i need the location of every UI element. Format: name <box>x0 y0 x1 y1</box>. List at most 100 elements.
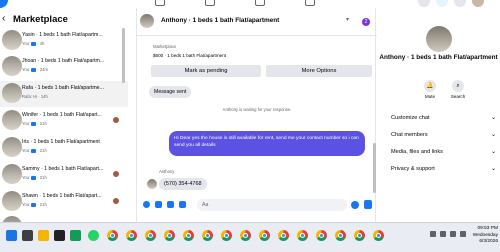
outgoing-message[interactable]: Hi Dear yes the house is still available… <box>169 131 365 156</box>
file-explorer-icon[interactable] <box>38 230 49 241</box>
whatsapp-icon[interactable] <box>88 230 99 241</box>
conversation-item[interactable]: Winifer · 1 beds 1 bath Flat/apart... Yo… <box>0 108 128 134</box>
back-arrow-icon[interactable]: ‹ <box>2 14 11 24</box>
message-sent-bubble: Message sent <box>149 86 192 98</box>
chrome-icon[interactable] <box>202 230 213 241</box>
chevron-down-icon[interactable]: ▾ <box>346 16 349 23</box>
contact-name: Anthony · 1 beds 1 bath Flat/apartment <box>379 54 498 61</box>
battery-icon[interactable] <box>460 231 466 237</box>
search-button[interactable]: ⌕ Search <box>448 80 468 99</box>
chrome-icon[interactable] <box>354 230 365 241</box>
privacy-support-row[interactable]: Privacy & support ⌄ <box>391 164 496 176</box>
chrome-icon[interactable] <box>107 230 118 241</box>
thumbs-up-icon <box>31 41 37 46</box>
conversation-preview: Rafa: Hi · 14h <box>22 94 48 99</box>
chat-header: Anthony · 1 beds 1 bath Flat/apartment ▾… <box>137 8 377 36</box>
chrome-icon[interactable] <box>373 230 384 241</box>
menu-icon[interactable] <box>418 0 430 7</box>
marketplace-listing-card: Marketplace $600 · 1 beds 1 bath Flat/ap… <box>145 43 373 83</box>
search-label: Search <box>450 94 466 99</box>
conversation-preview: You: · 24m <box>22 67 48 72</box>
search-icon[interactable] <box>22 230 33 241</box>
app-icon[interactable] <box>54 230 65 241</box>
chrome-icon[interactable] <box>297 230 308 241</box>
media-files-links-row[interactable]: Media, files and links ⌄ <box>391 147 496 159</box>
video-icon[interactable] <box>205 0 215 6</box>
avatar <box>2 164 22 184</box>
search-icon: ⌕ <box>452 80 464 92</box>
home-icon[interactable] <box>155 0 165 6</box>
notification-badge[interactable]: 2 <box>362 18 370 26</box>
conversation-item[interactable]: Shawn · 1 beds 1 bath Flat/apart... You:… <box>0 189 128 215</box>
chrome-icon[interactable] <box>335 230 346 241</box>
profile-avatar[interactable] <box>472 0 484 7</box>
conversation-name: Shawn · 1 beds 1 bath Flat/apart... <box>22 193 102 199</box>
seen-avatar-icon <box>113 198 119 204</box>
chrome-icon[interactable] <box>183 230 194 241</box>
clock[interactable]: 09:53 PM Wednesday 6/3/2026 <box>470 226 498 246</box>
conversation-name: Winifer · 1 beds 1 bath Flat/apart... <box>22 112 102 118</box>
network-icon[interactable] <box>440 231 446 237</box>
chrome-icon[interactable] <box>278 230 289 241</box>
chrome-icon[interactable] <box>164 230 175 241</box>
thumbs-up-send-icon[interactable] <box>364 200 372 209</box>
tray-chevron-icon[interactable] <box>430 231 436 237</box>
row-label: Media, files and links <box>391 149 443 155</box>
customize-chat-row[interactable]: Customize chat ⌄ <box>391 113 496 125</box>
conversation-list-scrollbar[interactable] <box>122 28 125 83</box>
chrome-icon[interactable] <box>259 230 270 241</box>
thumbs-up-icon <box>31 202 37 207</box>
volume-icon[interactable] <box>450 231 456 237</box>
emoji-icon[interactable] <box>351 201 359 209</box>
sender-name: Anthony <box>159 169 175 174</box>
chrome-icon[interactable] <box>145 230 156 241</box>
conversation-item[interactable]: Sammy · 1 beds 1 bath Flat/apart... You:… <box>0 162 128 188</box>
app-icon[interactable] <box>70 230 81 241</box>
conversation-preview: You: · 4h <box>22 41 45 46</box>
thumbs-up-icon <box>31 67 37 72</box>
more-options-button[interactable]: More Options <box>266 65 372 77</box>
start-icon[interactable] <box>6 230 17 241</box>
notifications-icon[interactable] <box>454 0 466 7</box>
conversation-item[interactable]: Iris · 1 beds 1 bath Flat/apartment You:… <box>0 135 128 161</box>
chat-avatar[interactable] <box>140 14 154 28</box>
listing-price[interactable]: $600 · 1 beds 1 bath Flat/apartment <box>153 53 226 58</box>
photo-icon[interactable] <box>155 201 162 208</box>
marketplace-icon[interactable] <box>255 0 265 6</box>
chat-panel: Anthony · 1 beds 1 bath Flat/apartment ▾… <box>136 8 377 222</box>
microphone-icon[interactable] <box>143 201 150 208</box>
incoming-message[interactable]: (570) 354-4768 <box>159 178 207 190</box>
conversation-preview: You: · 21h <box>22 121 47 126</box>
bell-icon: 🔔 <box>424 80 436 92</box>
marketplace-title: Marketplace <box>13 14 68 25</box>
chat-members-row[interactable]: Chat members ⌄ <box>391 130 496 142</box>
messenger-icon[interactable] <box>436 0 448 7</box>
conversation-item[interactable] <box>0 214 128 222</box>
conversation-preview: You: · 21h <box>22 148 47 153</box>
avatar <box>2 191 22 211</box>
message-thread: Message sent Anthony is waiting for your… <box>137 86 377 202</box>
conversation-list-panel: ‹ Marketplace Yasin · 1 beds 1 bath Flat… <box>0 8 128 222</box>
conversation-item[interactable]: Rafa · 1 beds 1 bath Flat/apartme... Raf… <box>0 81 128 107</box>
chrome-icon[interactable] <box>316 230 327 241</box>
avatar <box>2 137 22 157</box>
gif-icon[interactable] <box>179 201 186 208</box>
contact-avatar[interactable] <box>425 26 452 52</box>
mute-label: Mute <box>424 94 436 99</box>
chevron-down-icon: ⌄ <box>490 132 496 138</box>
conversation-item[interactable]: Yasin · 1 beds 1 bath Flat/apartm... You… <box>0 28 128 54</box>
chevron-down-icon: ⌄ <box>490 149 496 155</box>
chat-title[interactable]: Anthony · 1 beds 1 bath Flat/apartment <box>161 17 279 24</box>
chrome-icon[interactable] <box>126 230 137 241</box>
chrome-icon[interactable] <box>221 230 232 241</box>
chat-scrollbar[interactable] <box>373 143 376 193</box>
row-label: Customize chat <box>391 115 430 121</box>
sticker-icon[interactable] <box>167 201 174 208</box>
mark-as-pending-button[interactable]: Mark as pending <box>151 65 261 77</box>
groups-icon[interactable] <box>305 0 315 6</box>
conversation-item[interactable]: Jhoan · 1 beds 1 bath Flat/apartm... You… <box>0 54 128 80</box>
chrome-icon[interactable] <box>240 230 251 241</box>
facebook-logo-icon[interactable] <box>0 0 8 8</box>
message-input[interactable]: Aa <box>197 199 347 211</box>
mute-button[interactable]: 🔔 Mute <box>420 80 440 99</box>
